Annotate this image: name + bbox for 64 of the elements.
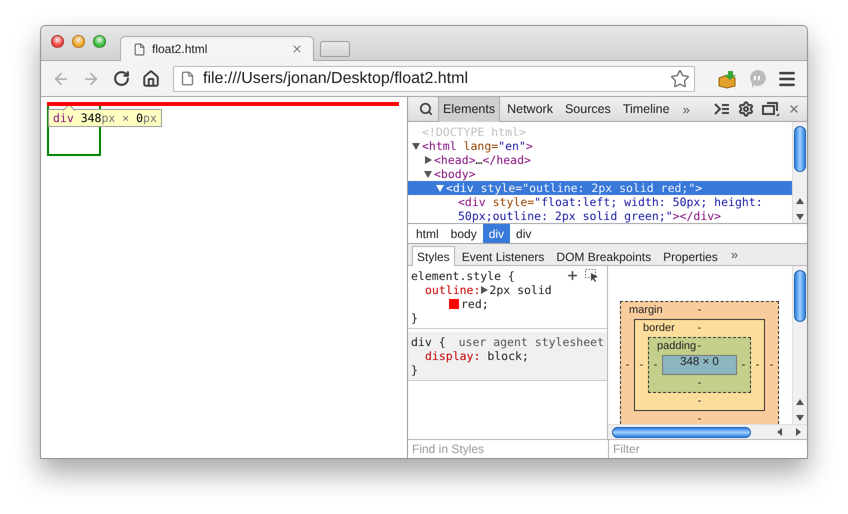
box-value: -	[624, 359, 630, 371]
breadcrumb[interactable]: body	[444, 224, 483, 243]
sidebar-tab[interactable]: Styles	[412, 246, 455, 266]
box-label: margin	[629, 304, 663, 317]
box-value: -	[754, 359, 760, 371]
color-swatch[interactable]	[449, 299, 459, 309]
box-value: -	[696, 394, 702, 409]
panel-tab[interactable]: Network	[502, 96, 558, 122]
box-value: -	[698, 304, 702, 317]
address-bar[interactable]: file:///Users/jonan/Desktop/float2.html	[173, 66, 695, 92]
box-value: -	[740, 359, 746, 371]
minimize-window-button[interactable]	[72, 34, 85, 48]
close-tab-icon[interactable]	[291, 43, 303, 55]
box-value: -	[696, 412, 702, 424]
dom-node[interactable]: <body>	[408, 167, 792, 181]
more-panels-button[interactable]: »	[676, 102, 696, 116]
zoom-window-button[interactable]	[93, 34, 106, 48]
box-value: -	[698, 322, 702, 335]
close-window-button[interactable]	[51, 34, 64, 48]
box-value: -	[638, 359, 644, 371]
style-property: display: block;	[424, 349, 530, 363]
dom-node[interactable]: <head>…</head>	[408, 153, 792, 167]
tab-title: float2.html	[152, 42, 208, 56]
closing-brace: }	[411, 363, 419, 377]
sidebar-tab[interactable]: Properties	[658, 246, 723, 266]
scrollbar-thumb[interactable]	[794, 126, 806, 172]
closing-brace: }	[411, 311, 419, 325]
style-property: outline: 2px solid	[424, 283, 553, 297]
expand-triangle-icon[interactable]	[481, 286, 488, 294]
file-icon	[180, 71, 195, 86]
box-value: -	[698, 340, 702, 353]
dom-node[interactable]: <html lang="en">	[408, 139, 792, 153]
breadcrumb[interactable]: div	[510, 224, 538, 243]
scrollbar-thumb[interactable]	[612, 426, 751, 438]
sidebar-tab[interactable]: DOM Breakpoints	[551, 246, 656, 266]
element-picker-icon[interactable]	[585, 269, 599, 282]
box-value: -	[696, 376, 702, 391]
breadcrumb[interactable]: div	[482, 224, 510, 243]
box-value: -	[768, 359, 774, 371]
browser-tab[interactable]: float2.html	[120, 36, 314, 61]
expanded-triangle-icon[interactable]	[412, 142, 420, 150]
rule-source: user agent stylesheet	[458, 335, 604, 349]
panel-tab[interactable]: Timeline	[618, 96, 675, 122]
rule-selector: element.style {	[411, 269, 515, 283]
dom-node[interactable]: <div style="outline: 2px solid red;">	[408, 181, 792, 195]
scrollbar-thumb[interactable]	[794, 270, 806, 322]
rule-selector: div {	[411, 335, 446, 349]
scroll-arrows-icon[interactable]	[775, 427, 803, 437]
dom-node[interactable]: <div style="float:left; width: 50px; height: 50px;outline: 2px solid green;"></div>	[408, 195, 792, 223]
style-property-value: red;	[411, 297, 604, 311]
box-label: padding	[657, 340, 696, 353]
add-property-icon[interactable]	[566, 269, 579, 282]
element-size-tooltip: div 348px × 0px	[48, 109, 162, 127]
file-icon	[133, 42, 146, 56]
box-value: -	[652, 359, 658, 371]
more-tabs-button[interactable]: »	[724, 247, 744, 262]
sidebar-tab[interactable]: Event Listeners	[456, 246, 550, 266]
breadcrumb[interactable]: html	[410, 224, 445, 243]
panel-tab[interactable]: Elements	[438, 96, 500, 122]
box-label: border	[643, 322, 675, 335]
bookmark-star-icon[interactable]	[670, 68, 690, 88]
collapsed-triangle-icon[interactable]	[424, 156, 432, 164]
panel-tab[interactable]: Sources	[560, 96, 616, 122]
content-box: 348 × 0	[662, 355, 737, 375]
